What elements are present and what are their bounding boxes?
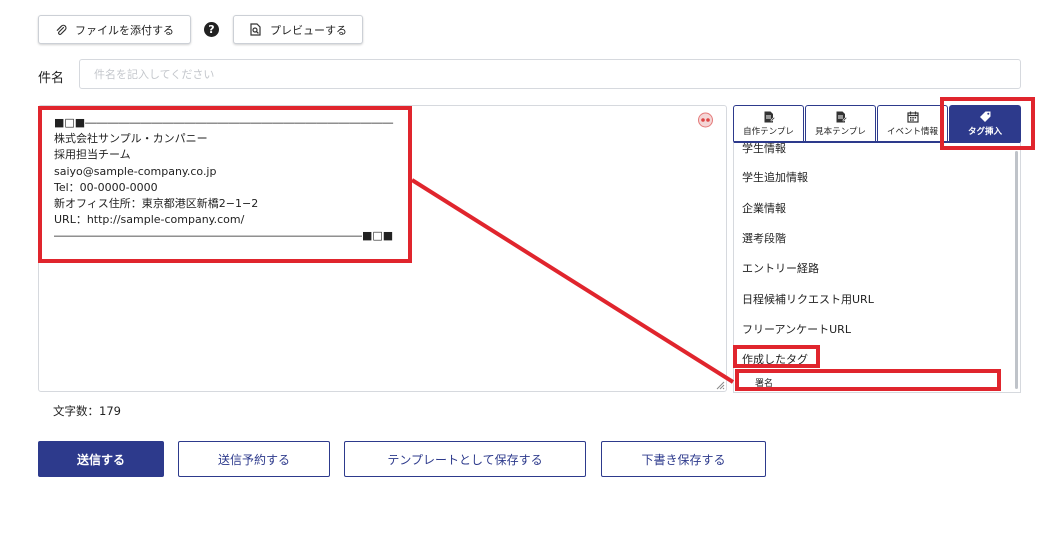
tag-item-entry-route[interactable]: エントリー経路 — [742, 260, 819, 276]
preview-document-icon — [250, 23, 261, 36]
tag-item-schedule-request-url[interactable]: 日程候補リクエスト用URL — [742, 291, 874, 307]
signature-line: Tel：00-0000-0000 — [54, 180, 158, 194]
tag-item-signature[interactable]: 署名 — [755, 376, 773, 389]
signature-line: 採用担当チーム — [54, 148, 131, 162]
document-edit-icon — [836, 111, 847, 122]
tag-item-student-info[interactable]: 学生情報 — [742, 143, 786, 156]
paperclip-icon — [56, 24, 67, 35]
save-as-template-button[interactable]: テンプレートとして保存する — [344, 441, 586, 477]
tab-custom-template[interactable]: 自作テンプレ — [733, 105, 804, 141]
tab-custom-template-label: 自作テンプレ — [743, 126, 794, 137]
grammarly-icon[interactable] — [697, 112, 714, 128]
signature-line: URL：http://sample-company.com/ — [54, 213, 245, 227]
tag-item-selection-stage[interactable]: 選考段階 — [742, 230, 786, 246]
schedule-send-button[interactable]: 送信予約する — [178, 441, 330, 477]
signature-line: 新オフィス住所：東京都港区新橋2−1−2 — [54, 197, 259, 211]
save-draft-button[interactable]: 下書き保存する — [601, 441, 766, 477]
attach-file-label: ファイルを添付する — [75, 23, 174, 37]
tag-item-company-info[interactable]: 企業情報 — [742, 200, 786, 216]
tab-sample-template-label: 見本テンプレ — [815, 126, 866, 137]
signature-line: saiyo@sample-company.co.jp — [54, 164, 217, 178]
tag-item-student-extra-info[interactable]: 学生追加情報 — [742, 169, 808, 185]
resize-handle[interactable] — [715, 380, 725, 390]
tab-event-info[interactable]: イベント情報 — [877, 105, 948, 141]
signature-line: ――――――――――――――――――――――――――――■□■ — [54, 229, 394, 243]
char-count: 文字数：179 — [53, 404, 121, 418]
subject-input[interactable] — [79, 59, 1021, 89]
preview-button[interactable]: プレビューする — [233, 15, 363, 44]
tag-icon — [979, 111, 990, 122]
template-tabs: 自作テンプレ 見本テンプレ イベント情報 タグ挿入 — [733, 105, 1021, 141]
signature-line: ■□■―――――――――――――――――――――――――――― — [54, 116, 394, 129]
tab-sample-template[interactable]: 見本テンプレ — [805, 105, 876, 141]
tab-insert-tag[interactable]: タグ挿入 — [949, 105, 1021, 141]
calendar-icon — [906, 111, 919, 123]
tag-panel: 学生情報 学生追加情報 企業情報 選考段階 エントリー経路 日程候補リクエスト用… — [733, 141, 1021, 393]
subject-label: 件名 — [38, 71, 65, 86]
help-icon[interactable]: ? — [204, 22, 219, 37]
tab-event-info-label: イベント情報 — [886, 126, 938, 137]
send-button[interactable]: 送信する — [38, 441, 164, 477]
panel-scrollbar[interactable] — [1015, 151, 1018, 389]
tag-item-free-survey-url[interactable]: フリーアンケートURL — [742, 321, 851, 337]
tab-insert-tag-label: タグ挿入 — [967, 126, 1002, 137]
signature-line: 株式会社サンプル・カンパニー — [54, 132, 208, 146]
tag-item-created-tags[interactable]: 作成したタグ — [742, 351, 808, 367]
attach-file-button[interactable]: ファイルを添付する — [38, 15, 191, 44]
signature-text[interactable]: ■□■―――――――――――――――――――――――――――― 株式会社サンプル… — [54, 115, 393, 245]
document-edit-icon — [764, 111, 775, 122]
preview-label: プレビューする — [270, 23, 347, 37]
